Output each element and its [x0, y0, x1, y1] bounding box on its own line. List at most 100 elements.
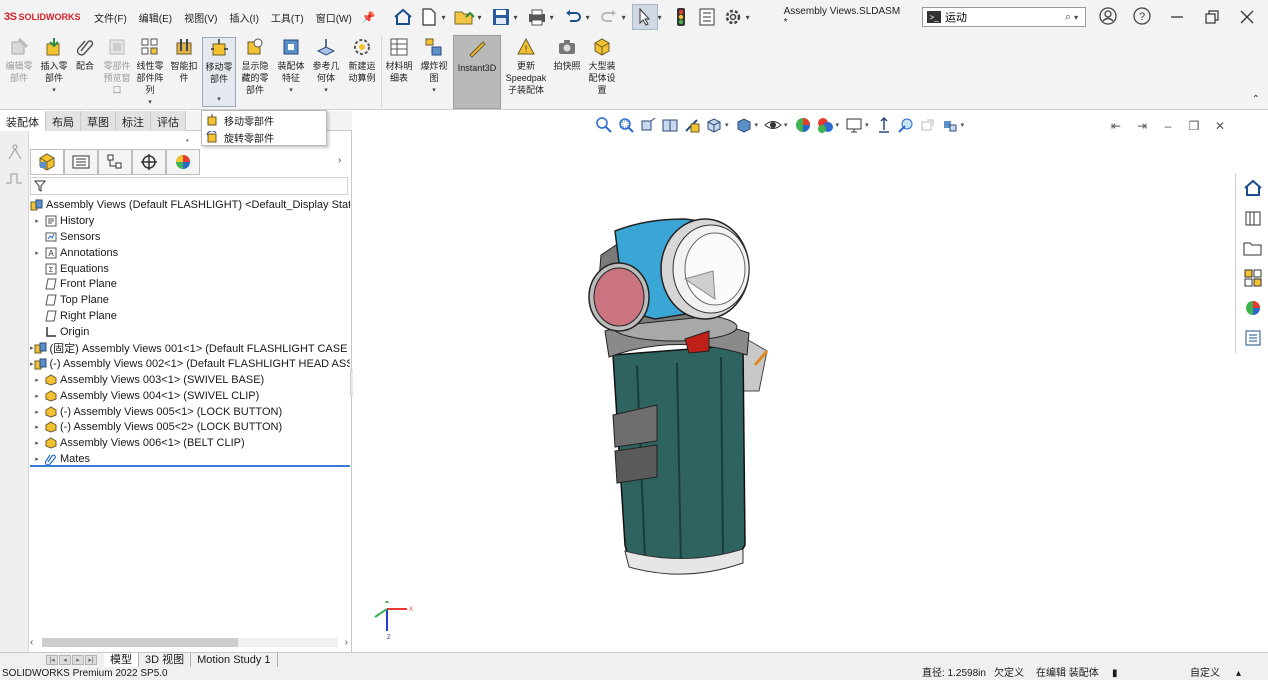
- graphics-area[interactable]: ▾ ▾ ▾ ▾ ▾ ▾ ⇤ ⇥ – ❐ ✕ X Z: [353, 111, 1233, 652]
- tree-item-component[interactable]: ▸ Assembly Views 004<1> (SWIVEL CLIP): [30, 388, 350, 404]
- menu-item-rotate-component[interactable]: 旋转零部件: [202, 129, 326, 145]
- instant3d-button[interactable]: Instant3D: [453, 35, 501, 109]
- pin-icon[interactable]: 📌: [362, 11, 376, 24]
- panel-tabs-scroll-icon[interactable]: ›: [338, 155, 341, 166]
- select-pointer-icon[interactable]: [631, 4, 658, 30]
- custom-properties-icon[interactable]: [1236, 323, 1268, 353]
- tree-item-component[interactable]: ▸ (固定) Assembly Views 001<1> (Default FL…: [30, 340, 350, 356]
- menu-window[interactable]: 窗口(W): [310, 10, 358, 25]
- last-tab-icon[interactable]: ▸|: [85, 655, 97, 665]
- menu-item-move-component[interactable]: 移动零部件: [202, 112, 326, 128]
- update-speedpak-button[interactable]: ! 更新 Speedpak 子装配体: [503, 37, 549, 107]
- design-library-icon[interactable]: [1236, 203, 1268, 233]
- viewport-expand-icon[interactable]: ⇥: [1129, 119, 1155, 133]
- open-dropdown-icon[interactable]: ▾: [478, 13, 482, 22]
- save-icon[interactable]: [488, 4, 514, 30]
- tab-sketch[interactable]: 草图: [81, 111, 116, 131]
- tree-item-origin[interactable]: Origin: [30, 324, 350, 340]
- undo-icon[interactable]: [560, 4, 586, 30]
- help-icon[interactable]: ?: [1132, 6, 1152, 26]
- tab-model[interactable]: 模型: [104, 652, 139, 668]
- search-dropdown-icon[interactable]: ▾: [1074, 13, 1078, 22]
- menu-insert[interactable]: 插入(I): [223, 10, 264, 25]
- expand-arrow-icon[interactable]: ▸: [30, 392, 44, 400]
- tree-item-front-plane[interactable]: Front Plane: [30, 276, 350, 292]
- assembly-features-button[interactable]: 装配体 特征 ▾: [274, 37, 308, 107]
- take-snapshot-button[interactable]: 拍快照: [551, 37, 583, 107]
- close-icon[interactable]: [1240, 10, 1254, 24]
- tree-item-component[interactable]: ▸ (-) Assembly Views 005<1> (LOCK BUTTON…: [30, 404, 350, 420]
- expand-arrow-icon[interactable]: ▸: [30, 408, 44, 416]
- tab-3d-views[interactable]: 3D 视图: [139, 652, 192, 668]
- file-explorer-icon[interactable]: [1236, 233, 1268, 263]
- hide-show-dropdown-icon[interactable]: ▾: [784, 121, 788, 129]
- minimize-icon[interactable]: [1170, 10, 1184, 24]
- solidworks-resources-home-icon[interactable]: [1236, 173, 1268, 203]
- tree-item-component[interactable]: ▸ (-) Assembly Views 002<1> (Default FLA…: [30, 356, 350, 372]
- zoom-to-fit-icon[interactable]: [593, 115, 615, 135]
- tree-root[interactable]: Assembly Views (Default FLASHLIGHT) <Def…: [30, 197, 350, 213]
- tree-item-component[interactable]: ▸ Assembly Views 003<1> (SWIVEL BASE): [30, 372, 350, 388]
- rollback-bar[interactable]: [30, 465, 350, 467]
- solidworks-logo[interactable]: 3S SOLIDWORKS: [0, 11, 88, 23]
- large-assembly-settings-button[interactable]: 大型装 配体设 置: [585, 37, 619, 107]
- expand-arrow-icon[interactable]: ▸: [30, 217, 44, 225]
- prev-tab-icon[interactable]: ◂: [59, 655, 71, 665]
- exploded-line-sketch-icon[interactable]: [873, 115, 895, 135]
- tree-item-right-plane[interactable]: Right Plane: [30, 308, 350, 324]
- tree-item-equations[interactable]: Σ Equations: [30, 261, 350, 277]
- tree-horizontal-scrollbar[interactable]: ‹ ›: [30, 635, 350, 649]
- exploded-view-button[interactable]: 爆炸视 图 ▾: [418, 37, 450, 107]
- tree-item-history[interactable]: ▸ History: [30, 213, 350, 229]
- first-tab-icon[interactable]: |◂: [46, 655, 58, 665]
- menu-tools[interactable]: 工具(T): [265, 10, 310, 25]
- tree-item-annotations[interactable]: ▸ A Annotations: [30, 245, 350, 261]
- expand-arrow-icon[interactable]: ▸: [30, 376, 44, 384]
- section-view-icon[interactable]: [659, 115, 681, 135]
- mate-button[interactable]: 配合: [72, 37, 98, 107]
- rebuild-traffic-light-icon[interactable]: [668, 4, 694, 30]
- redo-dropdown-icon[interactable]: ▾: [622, 13, 626, 22]
- apply-scene-icon[interactable]: [814, 115, 836, 135]
- expand-arrow-icon[interactable]: ▸: [30, 249, 44, 257]
- tab-assembly[interactable]: 装配体: [0, 111, 46, 131]
- open-folder-icon[interactable]: [452, 4, 478, 30]
- reference-geometry-button[interactable]: 参考几 何体 ▾: [309, 37, 343, 107]
- show-hidden-components-button[interactable]: 显示隐 藏的零 部件: [238, 37, 272, 107]
- viewport-close-icon[interactable]: ✕: [1207, 119, 1233, 133]
- hide-show-items-icon[interactable]: [762, 115, 784, 135]
- tree-item-sensors[interactable]: Sensors: [30, 229, 350, 245]
- view-settings-dropdown-icon[interactable]: ▾: [865, 121, 869, 129]
- scroll-left-icon[interactable]: ‹: [30, 637, 33, 648]
- tree-item-component[interactable]: ▸ (-) Assembly Views 005<2> (LOCK BUTTON…: [30, 419, 350, 435]
- pan-view-icon[interactable]: [917, 115, 939, 135]
- view-orientation-dropdown-icon[interactable]: ▾: [725, 121, 729, 129]
- home-icon[interactable]: [390, 4, 416, 30]
- rotate-view-icon[interactable]: [895, 115, 917, 135]
- view-palette-icon[interactable]: [1236, 263, 1268, 293]
- scroll-right-icon[interactable]: ›: [345, 637, 348, 648]
- user-account-icon[interactable]: [1098, 6, 1118, 26]
- save-dropdown-icon[interactable]: ▾: [514, 13, 518, 22]
- view-cube-icon[interactable]: [939, 115, 961, 135]
- linear-pattern-button[interactable]: 线性零 部件阵 列 ▾: [134, 37, 166, 107]
- move-component-button[interactable]: 移动零 部件 ▾: [202, 37, 236, 107]
- search-icon[interactable]: ⌕: [1065, 11, 1071, 24]
- tab-layout[interactable]: 布局: [46, 111, 81, 131]
- collapse-ribbon-icon[interactable]: ⌃: [1252, 94, 1260, 105]
- zoom-to-area-icon[interactable]: [615, 115, 637, 135]
- rebuild-status-icon[interactable]: ▮: [1112, 667, 1118, 680]
- tab-configuration-manager[interactable]: [98, 149, 132, 175]
- tree-item-component[interactable]: ▸ Assembly Views 006<1> (BELT CLIP): [30, 435, 350, 451]
- tab-evaluate[interactable]: 评估: [151, 111, 186, 131]
- print-icon[interactable]: [524, 4, 550, 30]
- view-orientation-icon[interactable]: [703, 115, 725, 135]
- select-dropdown-icon[interactable]: ▾: [658, 13, 662, 22]
- undo-dropdown-icon[interactable]: ▾: [586, 13, 590, 22]
- dynamic-annotation-icon[interactable]: [681, 115, 703, 135]
- edit-appearance-icon[interactable]: [792, 115, 814, 135]
- tab-property-manager[interactable]: [64, 149, 98, 175]
- exploded-view-dropdown-icon[interactable]: ▾: [432, 86, 436, 94]
- new-dropdown-icon[interactable]: ▾: [442, 13, 446, 22]
- new-motion-study-button[interactable]: 新建运 动算例: [344, 37, 380, 107]
